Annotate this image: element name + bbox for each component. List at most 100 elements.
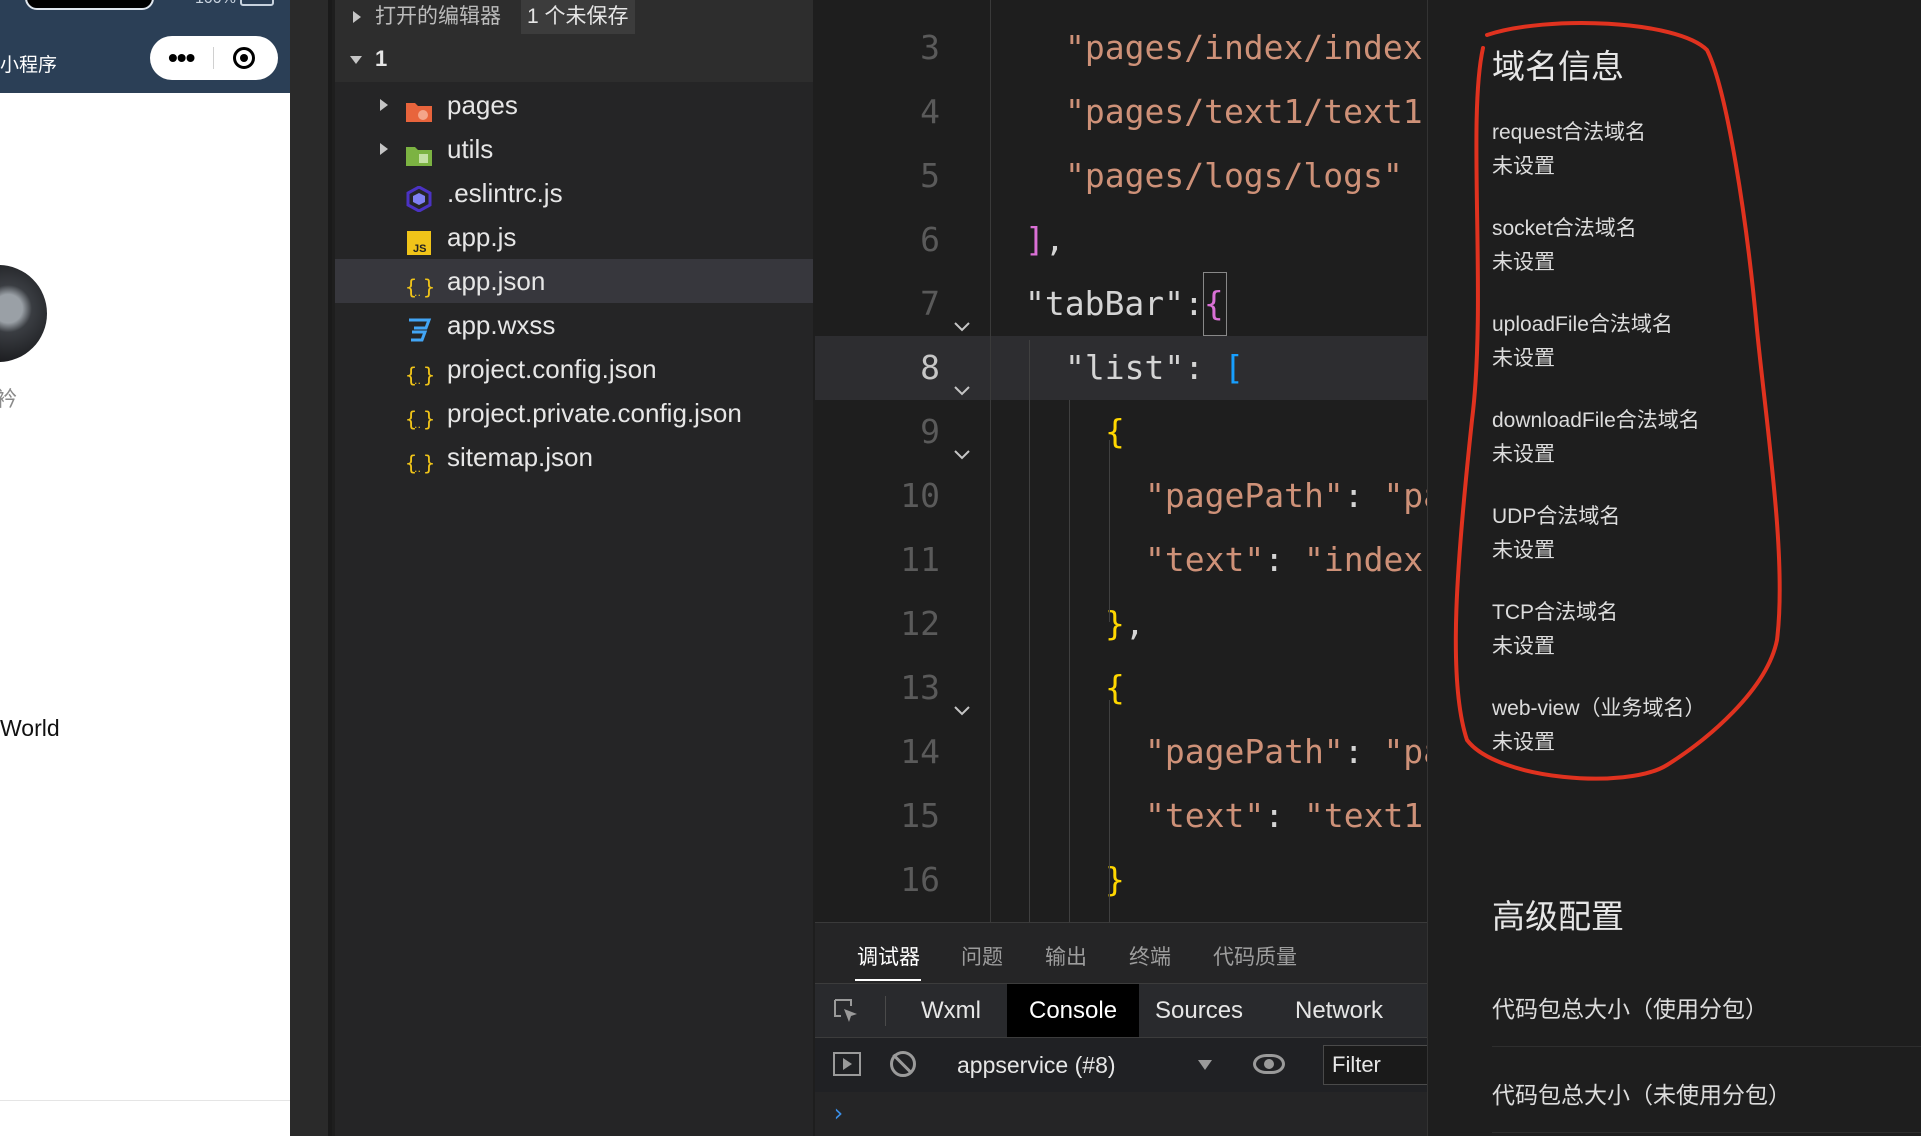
code-line[interactable]: 12}, <box>815 592 1427 656</box>
project-folder[interactable]: 1 <box>335 36 813 82</box>
file-name: app.wxss <box>447 310 556 340</box>
hello-world-text: World <box>0 715 60 741</box>
console-prompt[interactable]: › <box>831 1099 845 1127</box>
chevron-down-icon[interactable] <box>350 56 362 64</box>
debug-tab[interactable]: 终端 <box>1129 941 1171 971</box>
devtools-tab[interactable]: Console <box>1007 984 1140 1038</box>
divider <box>1492 1132 1921 1133</box>
caret-down-icon[interactable] <box>1198 1060 1212 1070</box>
line-number: 9 <box>920 412 940 451</box>
code-line[interactable]: 8 "list": [ <box>815 336 1427 400</box>
code-line[interactable]: 10 "pagePath": "pa <box>815 464 1427 528</box>
inspect-element-icon[interactable] <box>833 998 859 1024</box>
open-editors-label: 打开的编辑器 <box>375 5 501 28</box>
line-number: 12 <box>900 604 940 643</box>
svg-text:JS: JS <box>413 243 426 255</box>
bracket-match-box <box>1203 272 1227 336</box>
json-icon: {..} <box>405 445 435 475</box>
project-info-panel: 域名信息 request合法域名 未设置 socket合法域名 未设置 uploadFi… <box>1427 0 1921 1136</box>
code-text: { <box>1105 668 1125 707</box>
code-line[interactable]: 5 "pages/logs/logs" <box>815 144 1427 208</box>
active-tab-indicator <box>855 979 921 981</box>
domain-value: 未设置 <box>1492 635 1555 658</box>
devtools-tab[interactable]: Wxml <box>899 984 1003 1038</box>
fold-chevron-icon[interactable] <box>953 418 970 460</box>
line-number: 13 <box>900 668 940 707</box>
fold-chevron-icon[interactable] <box>953 290 970 332</box>
eye-icon[interactable] <box>1253 1054 1285 1074</box>
code-line[interactable]: 6], <box>815 208 1427 272</box>
context-select[interactable]: appservice (#8) <box>957 1038 1116 1092</box>
more-icon[interactable]: ••• <box>168 44 195 72</box>
show-sidebar-icon[interactable] <box>833 1052 861 1076</box>
capsule-divider <box>213 47 214 69</box>
chevron-right-icon[interactable] <box>380 99 388 111</box>
divider <box>1492 1046 1921 1047</box>
close-target-icon[interactable] <box>233 47 255 69</box>
domain-value: 未设置 <box>1492 251 1555 274</box>
code-editor[interactable]: 3 "pages/index/index" 4 "pages/text1/text1"… <box>815 0 1427 922</box>
indent-guide <box>1109 700 1110 922</box>
file-tree-item[interactable]: JS app.js <box>335 215 813 259</box>
avatar[interactable] <box>0 265 47 362</box>
file-tree-item[interactable]: .eslintrc.js <box>335 171 813 215</box>
code-text: }, <box>1105 604 1145 643</box>
domain-value: 未设置 <box>1492 731 1555 754</box>
code-line[interactable]: 16} <box>815 848 1427 912</box>
advanced-config-title: 高级配置 <box>1492 898 1624 935</box>
js-icon: JS <box>405 225 433 255</box>
capsule-menu[interactable]: ••• <box>150 36 278 80</box>
code-line[interactable]: 9{ <box>815 400 1427 464</box>
debug-tab[interactable]: 输出 <box>1045 941 1087 971</box>
fold-chevron-icon[interactable] <box>953 354 970 396</box>
debug-tab[interactable]: 代码质量 <box>1213 941 1297 971</box>
file-tree-item[interactable]: {..} app.json <box>335 259 813 303</box>
file-tree-item[interactable]: {..} project.private.config.json <box>335 391 813 435</box>
svg-text:}: } <box>423 363 433 387</box>
code-line[interactable]: 13 { <box>815 656 1427 720</box>
filter-input[interactable] <box>1323 1045 1433 1085</box>
devtools-tab[interactable]: Network <box>1273 984 1405 1038</box>
debug-tab[interactable]: 问题 <box>961 941 1003 971</box>
open-editors-section[interactable]: 打开的编辑器 1 个未保存 <box>335 0 813 36</box>
line-number: 15 <box>900 796 940 835</box>
code-line[interactable]: 3 "pages/index/index" <box>815 16 1427 80</box>
line-number: 3 <box>920 28 940 67</box>
splitter[interactable] <box>290 0 330 1136</box>
svg-text:}: } <box>423 275 433 299</box>
line-number: 14 <box>900 732 940 771</box>
indent-guide <box>1109 440 1110 622</box>
code-text: "pagePath": "pa <box>1145 476 1427 515</box>
domain-label: UDP合法域名 <box>1492 505 1621 528</box>
file-tree-item[interactable]: utils <box>335 127 813 171</box>
code-line[interactable]: 15 "text": "text1" <box>815 784 1427 848</box>
fold-chevron-icon[interactable] <box>953 674 970 716</box>
code-text: "pagePath": "pa <box>1145 732 1427 771</box>
code-text: "pages/text1/text1" <box>1065 92 1427 131</box>
file-tree-item[interactable]: pages <box>335 83 813 127</box>
code-line[interactable]: 11 "text": "index" <box>815 528 1427 592</box>
file-tree-item[interactable]: {..} sitemap.json <box>335 435 813 479</box>
svg-text:..: .. <box>414 374 421 387</box>
line-number: 11 <box>900 540 940 579</box>
domain-label: downloadFile合法域名 <box>1492 409 1700 432</box>
file-tree-item[interactable]: app.wxss <box>335 303 813 347</box>
simulator-title: 小程序 <box>0 55 58 76</box>
css-icon <box>405 313 433 342</box>
code-line[interactable]: 7 "tabBar":{ <box>815 272 1427 336</box>
clear-console-icon[interactable] <box>890 1051 916 1077</box>
chevron-right-icon[interactable] <box>380 143 388 155</box>
advanced-config-item: 代码包总大小（使用分包） <box>1492 996 1768 1022</box>
file-tree-item[interactable]: {..} project.config.json <box>335 347 813 391</box>
code-line[interactable]: 4 "pages/text1/text1" <box>815 80 1427 144</box>
folder-utils-icon <box>405 137 433 166</box>
code-line[interactable]: 14 "pagePath": "pa <box>815 720 1427 784</box>
file-name: pages <box>447 90 518 120</box>
json-icon: {..} <box>405 269 435 299</box>
chevron-right-icon[interactable] <box>353 11 361 23</box>
debug-tab[interactable]: 调试器 <box>857 941 920 971</box>
folder-pages-icon <box>405 93 433 122</box>
devtools-tab[interactable]: Sources <box>1133 984 1265 1038</box>
battery-icon <box>240 0 274 6</box>
domain-label: web-view（业务域名） <box>1492 697 1706 720</box>
